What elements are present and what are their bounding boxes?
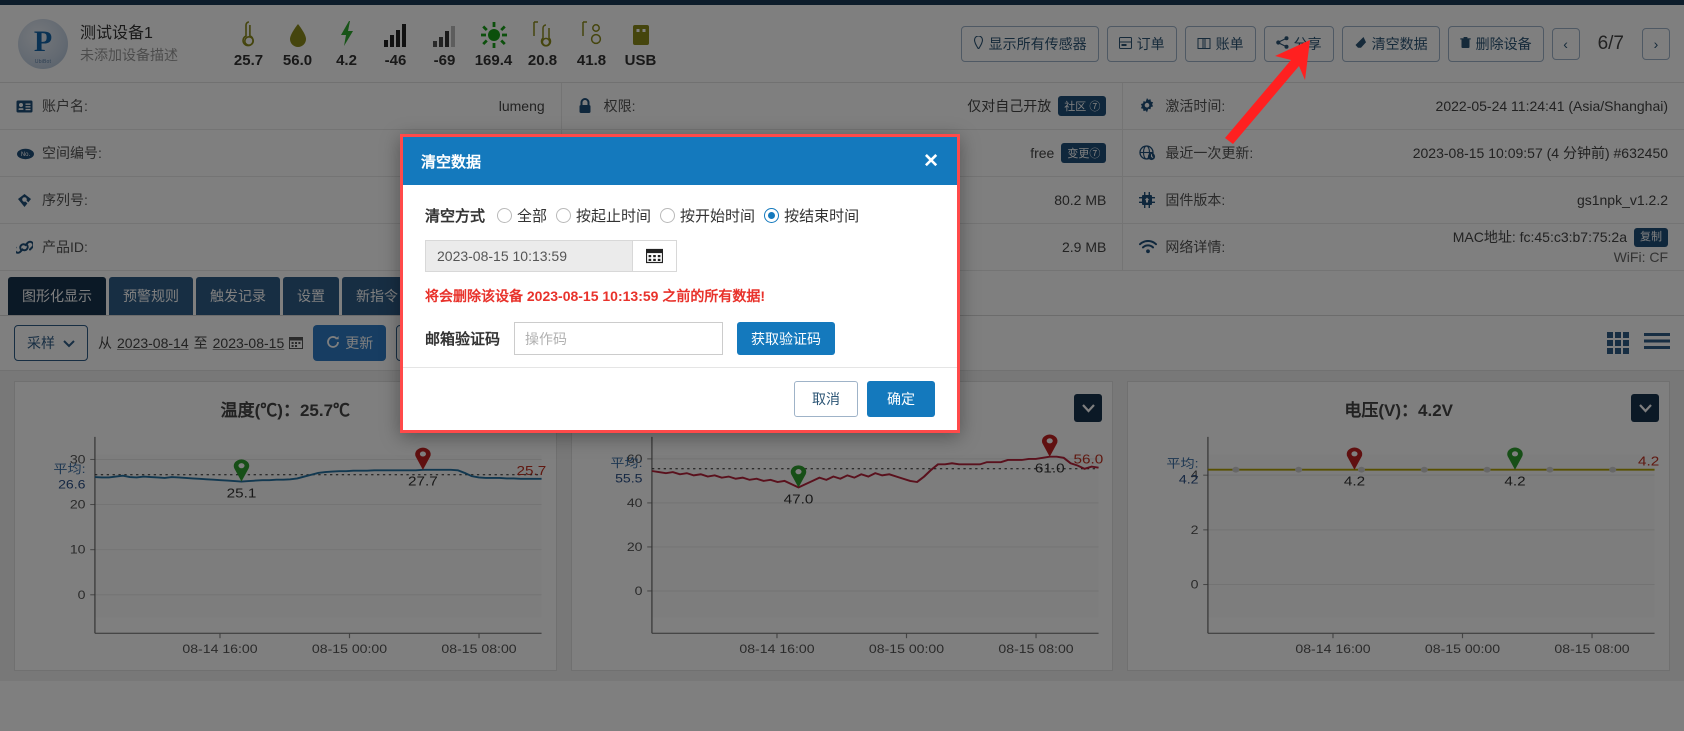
modal-header: 清空数据 ✕: [403, 137, 957, 185]
verification-code-input[interactable]: [514, 322, 724, 355]
radio-circle: [660, 208, 676, 223]
radio-circle: [556, 208, 572, 223]
radio-by-start-time[interactable]: 按开始时间: [660, 205, 755, 226]
clear-mode-row: 清空方式 全部 按起止时间 按开始时间 按结束时间: [425, 205, 935, 226]
datetime-input[interactable]: 2023-08-15 10:13:59: [425, 240, 632, 272]
radio-all[interactable]: 全部: [497, 205, 547, 226]
modal-title: 清空数据: [421, 153, 482, 171]
radio-label: 全部: [517, 208, 548, 225]
cancel-button[interactable]: 取消: [794, 381, 858, 417]
warning-message: 将会删除该设备 2023-08-15 10:13:59 之前的所有数据!: [425, 288, 765, 304]
verification-code-label: 邮箱验证码: [425, 331, 501, 348]
clear-mode-label: 清空方式: [425, 208, 486, 225]
radio-circle-selected: [764, 208, 780, 223]
radio-by-range[interactable]: 按起止时间: [556, 205, 651, 226]
verification-code-row: 邮箱验证码 获取验证码: [425, 322, 935, 355]
get-verification-code-button[interactable]: 获取验证码: [737, 322, 836, 355]
calendar-icon[interactable]: [632, 240, 677, 272]
modal-body: 清空方式 全部 按起止时间 按开始时间 按结束时间 2023-08-15 10:…: [403, 185, 957, 367]
radio-label: 按起止时间: [576, 208, 652, 225]
confirm-button[interactable]: 确定: [867, 381, 935, 417]
radio-label: 按结束时间: [784, 208, 860, 225]
datetime-picker-row: 2023-08-15 10:13:59: [425, 240, 935, 272]
radio-by-end-time[interactable]: 按结束时间: [764, 205, 859, 226]
modal-footer: 取消 确定: [403, 367, 957, 430]
close-icon[interactable]: ✕: [923, 152, 939, 171]
clear-data-modal: 清空数据 ✕ 清空方式 全部 按起止时间 按开始时间 按结束时间 2023-08…: [400, 134, 960, 433]
radio-circle: [497, 208, 513, 223]
radio-label: 按开始时间: [680, 208, 756, 225]
